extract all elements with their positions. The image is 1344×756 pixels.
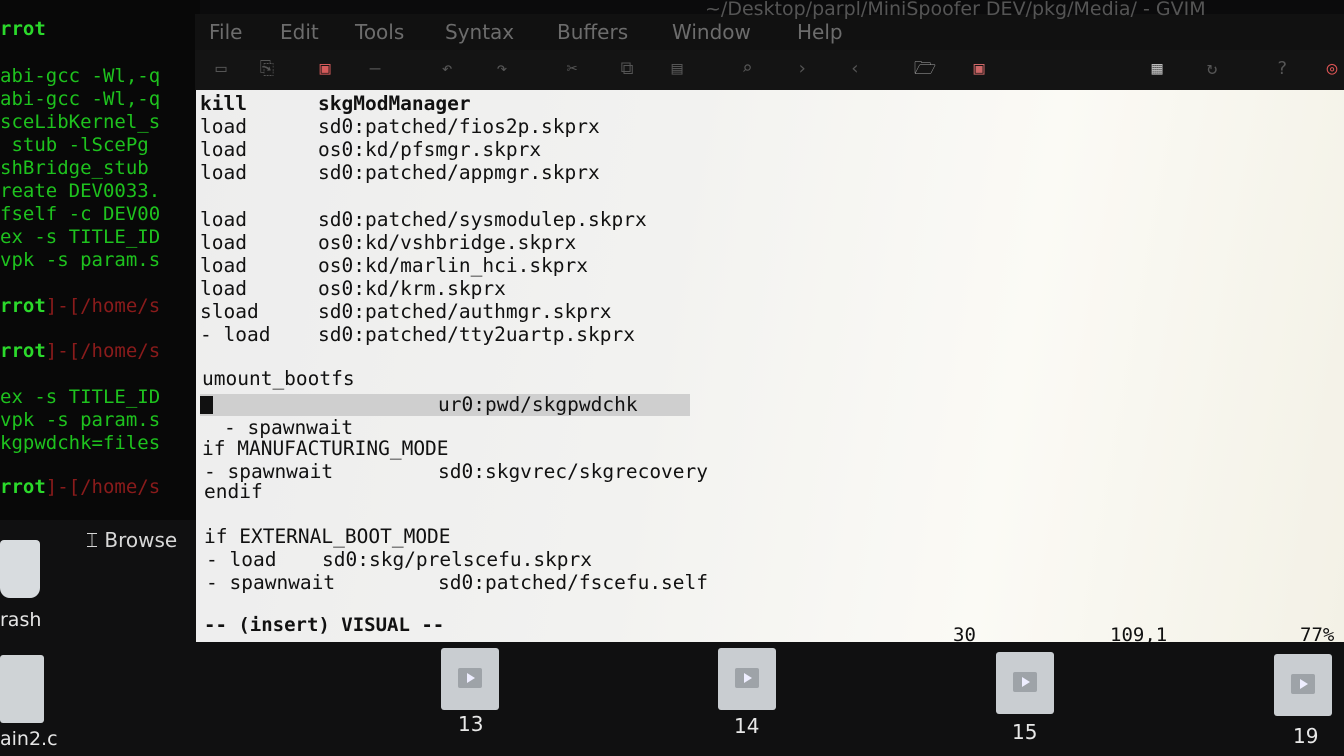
code-arg: sd0:skg/prelscefu.skprx <box>322 548 593 571</box>
code-arg: sd0:skgvrec/skgrecovery <box>438 460 709 483</box>
terminal-path: ]-[/home/s <box>45 476 161 498</box>
code-line: if EXTERNAL_BOOT_MODE <box>204 525 451 548</box>
video-file-icon[interactable] <box>996 652 1054 714</box>
run-ctags-icon[interactable]: ↻ <box>1200 58 1224 80</box>
terminal-line: abi-gcc -Wl,-q <box>0 88 161 110</box>
code-line: - spawnwait <box>206 571 336 594</box>
help-icon[interactable]: ? <box>1270 58 1294 80</box>
code-arg: sd0:patched/fscefu.self <box>438 571 709 594</box>
menu-edit[interactable]: Edit <box>280 14 319 50</box>
code-line: umount_bootfs <box>202 367 355 390</box>
menu-file[interactable]: File <box>209 14 242 50</box>
code-arg: os0:kd/marlin_hci.skprx <box>318 254 589 277</box>
file-name: 13 <box>458 712 484 736</box>
terminal-line: rrot]-[/home/s <box>0 476 161 498</box>
mode-indicator: -- (insert) VISUAL -- <box>204 614 445 636</box>
window-title: ~/Desktop/parpl/MiniSpoofer DEV/pkg/Medi… <box>705 0 1206 20</box>
code-arg: sd0:patched/sysmodulep.skprx <box>318 208 647 231</box>
code-line: endif <box>204 480 263 503</box>
terminal-line: vpk -s param.s <box>0 249 161 271</box>
file-name: 15 <box>1012 720 1038 744</box>
open-icon[interactable]: ▭ <box>209 58 233 80</box>
keyword: load <box>200 231 247 254</box>
gvim-toolbar: ▭ ⎘ ▣ – ↶ ↷ ✂ ⧉ ▤ ⌕ › ‹ 🗁 ▣ ▦ ↻ ? ◎ <box>195 50 1344 90</box>
vim-buffer[interactable]: kill skgModManager load sd0:patched/fios2p.… <box>196 90 1344 642</box>
save-session-icon[interactable]: ⎘ <box>255 58 279 80</box>
find-help-icon[interactable]: ◎ <box>1320 58 1344 80</box>
trash-label: rash <box>0 609 42 631</box>
code-arg: os0:kd/vshbridge.skprx <box>318 231 577 254</box>
scroll-percent: 77% <box>1300 624 1335 642</box>
keyword: - spawnwait <box>224 416 354 439</box>
save-session-icon-2[interactable]: ▣ <box>967 58 991 80</box>
terminal-path: ]-[/home/s <box>45 340 161 362</box>
code-arg: sd0:patched/tty2uartp.skprx <box>318 323 635 346</box>
file-icon[interactable] <box>1274 654 1332 716</box>
terminal-line: stub -lScePg <box>0 134 149 156</box>
cursor-position: 109,1 <box>1110 624 1168 642</box>
keyword: load <box>200 161 247 184</box>
make-icon[interactable]: ▦ <box>1145 58 1169 80</box>
menu-window[interactable]: Window <box>672 14 751 50</box>
terminal-line: reate DEV0033. <box>0 180 161 202</box>
code-arg: os0:kd/pfsmgr.skprx <box>318 138 542 161</box>
cut-icon[interactable]: ✂ <box>560 58 584 80</box>
code-line: if MANUFACTURING_MODE <box>202 437 449 460</box>
terminal-line: ex -s TITLE_ID <box>0 226 161 248</box>
terminal-line: fself -c DEV00 <box>0 203 161 225</box>
paste-icon[interactable]: ▤ <box>665 58 689 80</box>
trash-icon[interactable] <box>0 540 40 598</box>
load-session-icon[interactable]: 🗁 <box>913 58 937 80</box>
code-arg: os0:kd/krm.skprx <box>318 277 506 300</box>
find-prev-icon[interactable]: ‹ <box>843 58 867 80</box>
code-arg: sd0:patched/authmgr.skprx <box>318 300 612 323</box>
undo-icon[interactable]: ↶ <box>435 58 459 80</box>
terminal-path: ]-[/home/s <box>45 295 161 317</box>
terminal-line: rrot]-[/home/s <box>0 340 161 362</box>
keyword: load <box>200 277 247 300</box>
selection-count: 30 <box>953 624 976 642</box>
terminal-line: rrot <box>0 18 46 40</box>
terminal-line: vpk -s param.s <box>0 409 161 431</box>
terminal-line: kgpwdchk=files <box>0 432 161 454</box>
video-file-icon[interactable] <box>441 648 499 710</box>
file-name: 19 <box>1293 724 1319 748</box>
save-icon[interactable]: ▣ <box>313 58 337 80</box>
browse-button[interactable]: ⌶ Browse <box>86 528 177 552</box>
keyword: load <box>200 138 247 161</box>
copy-icon[interactable]: ⧉ <box>615 58 639 80</box>
code-arg: ur0:pwd/skgpwdchk <box>438 393 638 416</box>
keyword: - load <box>200 323 271 346</box>
code-arg: skgModManager <box>318 92 471 115</box>
terminal-line: rrot]-[/home/s <box>0 295 161 317</box>
keyword: load <box>200 254 247 277</box>
keyword: load <box>200 208 247 231</box>
menu-help[interactable]: Help <box>797 14 843 50</box>
print-icon[interactable]: – <box>363 58 387 80</box>
menu-syntax[interactable]: Syntax <box>445 14 514 50</box>
find-next-icon[interactable]: › <box>790 58 814 80</box>
terminal-line: ex -s TITLE_ID <box>0 386 161 408</box>
gvim-menubar: ~/Desktop/parpl/MiniSpoofer DEV/pkg/Medi… <box>195 0 1344 50</box>
menu-buffers[interactable]: Buffers <box>557 14 628 50</box>
background-terminal: rrot abi-gcc -Wl,-q abi-gcc -Wl,-q sceLibKe… <box>0 0 200 520</box>
file-name: 14 <box>734 714 760 738</box>
find-icon[interactable]: ⌕ <box>735 58 759 80</box>
menu-tools[interactable]: Tools <box>355 14 404 50</box>
code-line: - load <box>206 548 277 571</box>
file-label: ain2.c <box>0 728 58 750</box>
redo-icon[interactable]: ↷ <box>490 58 514 80</box>
terminal-line: shBridge_stub <box>0 157 161 179</box>
terminal-line: abi-gcc -Wl,-q <box>0 65 161 87</box>
keyword: load <box>200 115 247 138</box>
keyword: sload <box>200 300 259 323</box>
terminal-line: sceLibKernel_s <box>0 111 161 133</box>
file-icon[interactable] <box>0 655 44 723</box>
code-arg: sd0:patched/fios2p.skprx <box>318 115 600 138</box>
keyword: kill <box>200 92 247 115</box>
code-arg: sd0:patched/appmgr.skprx <box>318 161 600 184</box>
video-file-icon[interactable] <box>718 648 776 710</box>
